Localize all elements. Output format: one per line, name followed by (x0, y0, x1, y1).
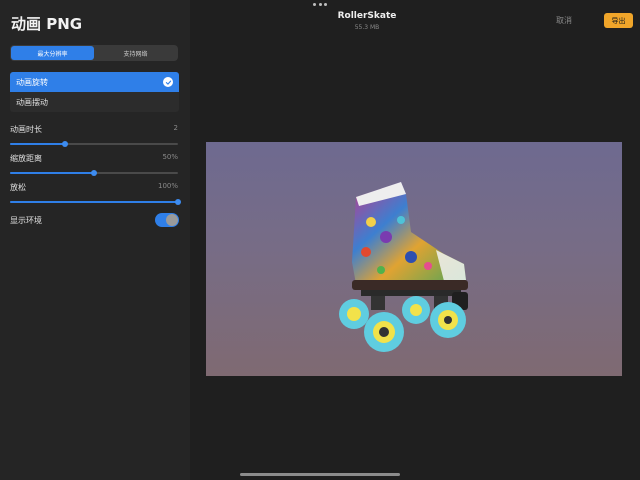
slider-fill (10, 172, 94, 174)
more-dots-icon[interactable] (313, 3, 327, 7)
slider-track[interactable] (10, 141, 178, 147)
slider-thumb[interactable] (91, 170, 97, 176)
checkmark-icon (163, 77, 173, 87)
slider-track[interactable] (10, 199, 181, 205)
boot-sole (352, 280, 468, 290)
slider-value: 50% (162, 153, 178, 161)
slider-track[interactable] (10, 170, 178, 176)
file-size: 55.3 MB (354, 24, 380, 31)
option-animate-rotate[interactable]: 动画旋转 (10, 72, 179, 92)
option-animate-swing[interactable]: 动画摆动 (10, 92, 179, 112)
wheel-rear-right (339, 299, 369, 329)
toggle-label: 显示环境 (10, 215, 42, 225)
slider-label: 动画时长 (10, 125, 42, 134)
option-label: 动画旋转 (16, 77, 48, 87)
slider-duration: 动画时长 2 (10, 124, 178, 147)
home-indicator[interactable] (240, 473, 400, 476)
toggle-knob (166, 214, 178, 226)
wheel-rear-left (364, 312, 404, 352)
cancel-button[interactable]: 取消 (556, 15, 572, 26)
option-label: 动画摆动 (16, 97, 48, 107)
slider-value: 2 (173, 124, 178, 132)
wheel-front-left (430, 302, 466, 338)
export-button[interactable]: 导出 (604, 13, 633, 28)
segment-web-support[interactable]: 支持网络 (94, 46, 177, 60)
resolution-segmented-control: 最大分辨率 支持网络 (10, 45, 178, 61)
slider-thumb[interactable] (175, 199, 181, 205)
roller-skate-illustration (339, 182, 468, 352)
slider-fill (10, 201, 178, 203)
segment-max-resolution[interactable]: 最大分辨率 (11, 46, 94, 60)
show-environment-toggle[interactable] (155, 213, 179, 227)
skate-plate (361, 290, 461, 296)
file-title: RollerSkate (337, 11, 397, 21)
sidebar-title: 动画 PNG (11, 15, 83, 33)
model-preview[interactable] (206, 142, 622, 376)
slider-thumb[interactable] (62, 141, 69, 147)
animation-type-list: 动画旋转 动画摆动 (10, 72, 179, 112)
slider-ease: 放松 100% (10, 182, 181, 205)
slider-fill (10, 143, 66, 145)
slider-zoom-distance: 缩放距离 50% (10, 153, 178, 176)
slider-value: 100% (157, 182, 178, 190)
slider-label: 缩放距离 (10, 154, 42, 163)
show-environment-row: 显示环境 (10, 213, 179, 227)
wheel-front-right (402, 296, 430, 324)
slider-label: 放松 (10, 183, 26, 192)
settings-sidebar: 动画 PNG 最大分辨率 支持网络 动画旋转 动画摆动 动画时长 2 缩放距离 … (0, 0, 190, 480)
